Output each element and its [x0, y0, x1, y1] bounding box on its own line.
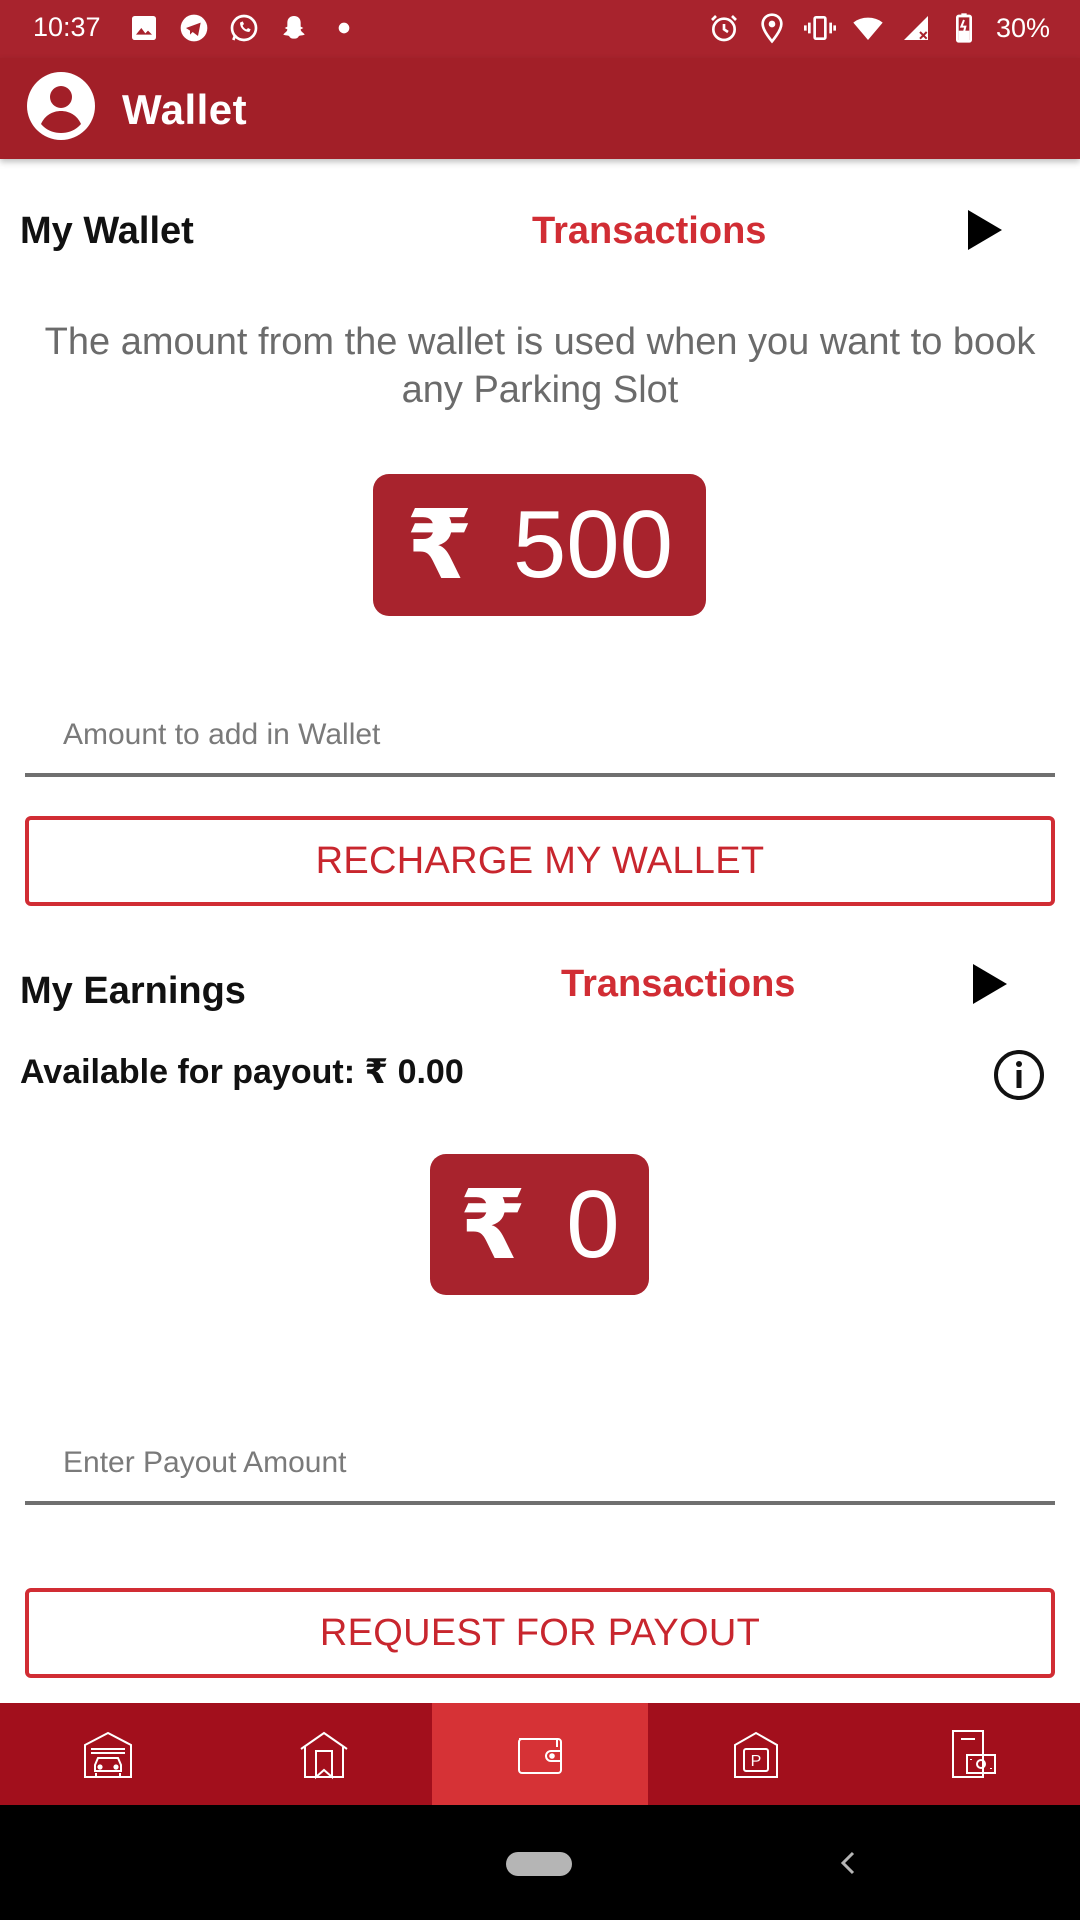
wallet-transactions-link[interactable]: Transactions — [532, 210, 766, 253]
system-navigation-bar — [0, 1805, 1080, 1920]
nav-item-garage[interactable] — [0, 1703, 216, 1805]
app-bar: Wallet — [0, 58, 1080, 159]
back-chevron-icon[interactable] — [830, 1843, 866, 1883]
status-bar: 10:37 30% — [0, 0, 1080, 58]
wifi-icon — [853, 17, 883, 40]
wallet-balance: 500 — [512, 491, 673, 598]
earnings-transactions-arrow-icon[interactable] — [971, 962, 1009, 1006]
nav-item-parking[interactable]: P — [648, 1703, 864, 1805]
garage-car-icon — [84, 1731, 132, 1778]
recharge-wallet-button[interactable]: RECHARGE MY WALLET — [25, 816, 1055, 906]
wallet-balance-badge: ₹ 500 — [373, 474, 706, 616]
page-title: Wallet — [122, 86, 248, 133]
status-time: 10:37 — [33, 12, 101, 42]
battery-icon — [955, 13, 972, 43]
payout-amount-input[interactable] — [25, 1405, 1055, 1505]
wallet-transactions-arrow-icon[interactable] — [966, 208, 1004, 252]
earnings-transactions-link[interactable]: Transactions — [561, 963, 795, 1006]
bottom-navigation: P — [0, 1703, 1080, 1805]
svg-text:P: P — [751, 1753, 762, 1770]
earnings-currency-symbol: ₹ — [459, 1171, 527, 1279]
earnings-balance-badge: ₹ 0 — [430, 1154, 649, 1295]
nav-item-home[interactable] — [216, 1703, 432, 1805]
my-wallet-title: My Wallet — [20, 210, 194, 252]
earnings-balance: 0 — [566, 1170, 620, 1278]
wallet-icon — [518, 1738, 562, 1774]
available-payout-text: Available for payout: ₹ 0.00 — [20, 1053, 464, 1091]
wallet-description: The amount from the wallet is used when … — [44, 321, 1036, 411]
telegram-icon — [180, 14, 208, 42]
wallet-currency-symbol: ₹ — [406, 492, 473, 599]
home-pill[interactable] — [506, 1852, 572, 1876]
gallery-icon — [132, 16, 156, 40]
parking-icon: P — [734, 1731, 778, 1778]
account-circle-icon[interactable] — [27, 72, 95, 140]
system-status-icons: 30% — [708, 12, 1050, 44]
signal-icon — [903, 16, 928, 40]
cash-register-icon — [952, 1730, 996, 1778]
request-payout-button[interactable]: REQUEST FOR PAYOUT — [25, 1588, 1055, 1678]
dot-icon — [338, 22, 350, 34]
alarm-icon — [711, 15, 737, 42]
battery-percent: 30% — [995, 12, 1050, 43]
wallet-amount-input[interactable] — [25, 677, 1055, 777]
snapchat-icon — [283, 16, 305, 39]
my-earnings-title: My Earnings — [20, 970, 246, 1012]
vibrate-icon — [803, 16, 836, 40]
home-bookmark-icon — [300, 1731, 348, 1780]
nav-item-wallet[interactable] — [432, 1703, 648, 1805]
whatsapp-icon — [230, 14, 258, 42]
info-icon[interactable] — [992, 1048, 1046, 1102]
location-icon — [761, 13, 783, 44]
notification-icons — [128, 12, 360, 44]
nav-item-payout[interactable] — [864, 1703, 1080, 1805]
